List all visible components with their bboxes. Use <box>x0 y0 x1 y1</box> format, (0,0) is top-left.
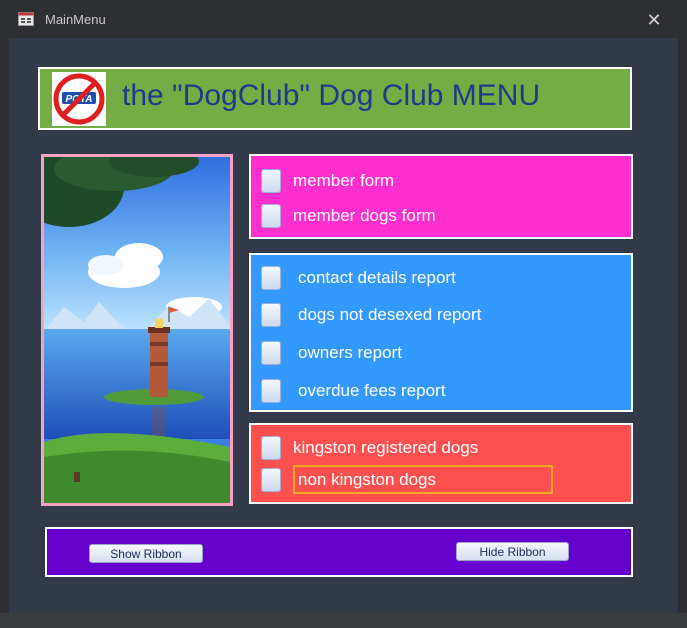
menu-item-dogs-not-desexed-report[interactable]: dogs not desexed report <box>261 303 621 329</box>
queries-panel: kingston registered dogs non kingston do… <box>249 423 633 504</box>
no-dogs-logo-icon: POTA <box>52 72 106 126</box>
menu-item-overdue-fees-report[interactable]: overdue fees report <box>261 379 621 405</box>
member-dogs-form-label[interactable]: member dogs form <box>293 206 436 226</box>
contact-details-report-button[interactable] <box>261 266 281 290</box>
menu-item-member-dogs-form[interactable]: member dogs form <box>261 204 621 230</box>
menu-item-non-kingston-dogs[interactable]: non kingston dogs <box>261 465 621 494</box>
owners-report-button[interactable] <box>261 341 281 365</box>
hide-ribbon-button[interactable]: Hide Ribbon <box>456 542 569 561</box>
dogs-not-desexed-report-label[interactable]: dogs not desexed report <box>298 305 481 325</box>
main-menu-window: MainMenu ✕ POTA the "DogClub" Dog Club M… <box>0 0 687 628</box>
lighthouse-illustration <box>44 157 230 503</box>
window-bottom-edge <box>0 613 687 628</box>
close-button[interactable]: ✕ <box>640 6 668 34</box>
show-ribbon-button[interactable]: Show Ribbon <box>89 544 203 563</box>
member-dogs-form-button[interactable] <box>261 204 281 228</box>
menu-item-member-form[interactable]: member form <box>261 169 621 195</box>
landscape-image <box>41 154 233 506</box>
reports-panel: contact details report dogs not desexed … <box>249 253 633 412</box>
menu-item-owners-report[interactable]: owners report <box>261 341 621 367</box>
form-icon <box>18 12 34 26</box>
forms-panel: member form member dogs form <box>249 154 633 239</box>
member-form-button[interactable] <box>261 169 281 193</box>
window-title: MainMenu <box>45 12 106 27</box>
overdue-fees-report-label[interactable]: overdue fees report <box>298 381 445 401</box>
dogs-not-desexed-report-button[interactable] <box>261 303 281 327</box>
non-kingston-dogs-button[interactable] <box>261 468 281 492</box>
page-title: the "DogClub" Dog Club MENU <box>122 79 541 112</box>
menu-item-kingston-registered-dogs[interactable]: kingston registered dogs <box>261 436 621 462</box>
owners-report-label[interactable]: owners report <box>298 343 402 363</box>
menu-item-contact-details-report[interactable]: contact details report <box>261 266 621 292</box>
non-kingston-dogs-label[interactable]: non kingston dogs <box>298 470 436 490</box>
kingston-registered-dogs-button[interactable] <box>261 436 281 460</box>
contact-details-report-label[interactable]: contact details report <box>298 268 456 288</box>
kingston-registered-dogs-label[interactable]: kingston registered dogs <box>293 438 478 458</box>
title-bar[interactable]: MainMenu ✕ <box>0 0 687 38</box>
ribbon-panel: Show Ribbon Hide Ribbon <box>45 527 633 577</box>
member-form-label[interactable]: member form <box>293 171 394 191</box>
header-banner: POTA the "DogClub" Dog Club MENU <box>38 67 632 130</box>
overdue-fees-report-button[interactable] <box>261 379 281 403</box>
